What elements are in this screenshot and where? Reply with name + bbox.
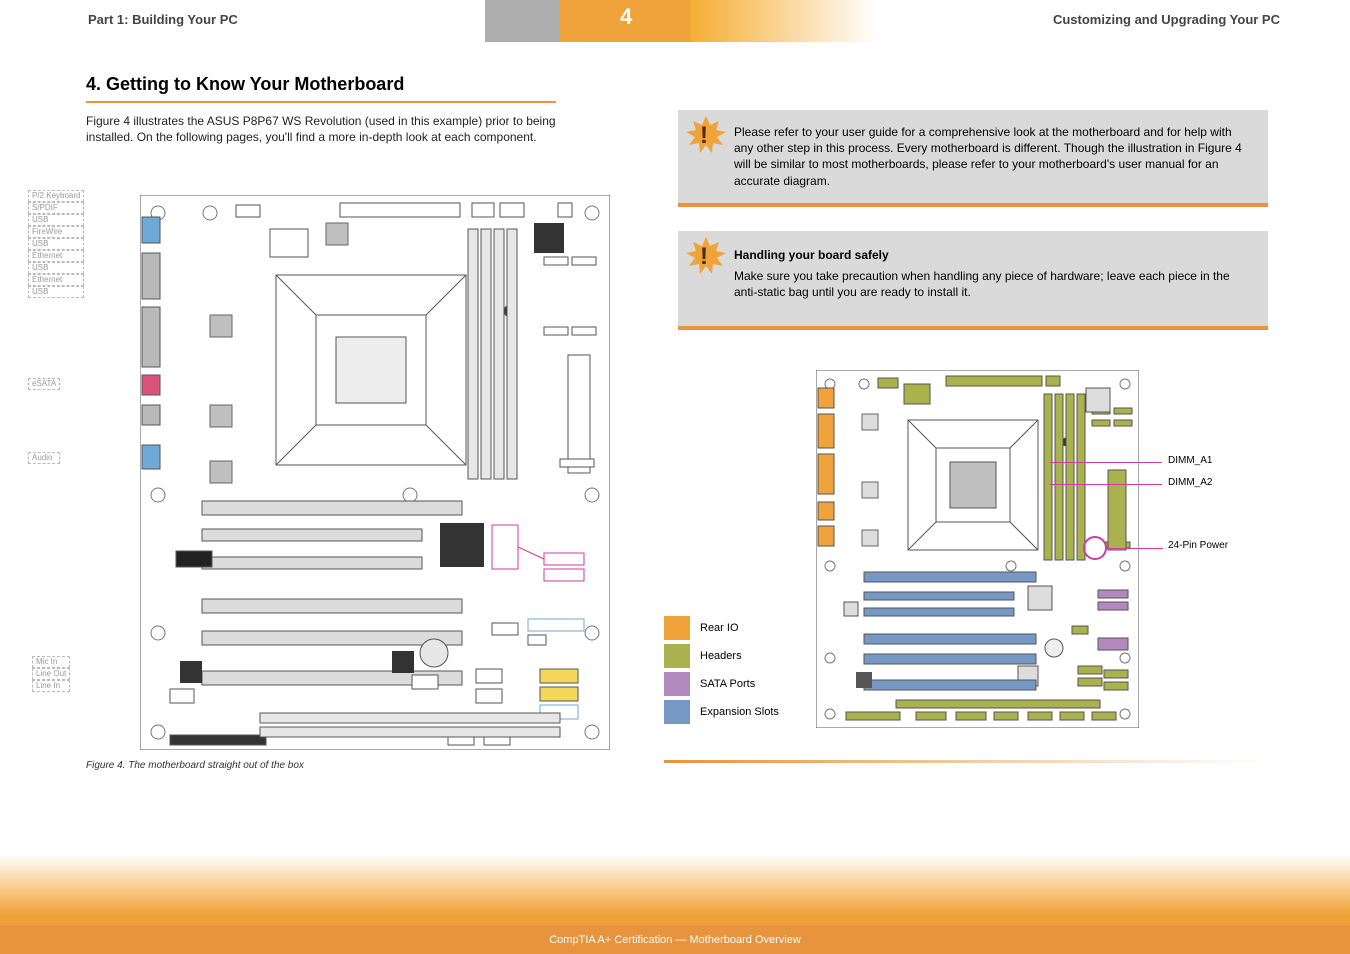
- section-heading: 4. Getting to Know Your Motherboard Figu…: [86, 74, 556, 145]
- leader-line: [1050, 484, 1162, 485]
- mini-label-dimm-a1: DIMM_A1: [1168, 455, 1212, 466]
- callout: Line In: [32, 680, 70, 692]
- callout: USB: [28, 262, 84, 274]
- page-footer: CompTIA A+ Certification — Motherboard O…: [0, 926, 1350, 954]
- section-subtitle: Figure 4 illustrates the ASUS P8P67 WS R…: [86, 113, 556, 145]
- page-top-gray: [485, 0, 560, 42]
- port-callouts-top: P/2 Keyboard S/PDIF USB FireWire USB Eth…: [28, 190, 84, 298]
- leader-line: [1107, 548, 1163, 549]
- section-rule: [86, 101, 556, 103]
- note-box-1: ! Please refer to your user guide for a …: [678, 110, 1268, 203]
- mini-label-dimm-a2: DIMM_A2: [1168, 477, 1212, 488]
- swatch-olive: [664, 644, 690, 668]
- mini-label-24pin: 24-Pin Power: [1168, 540, 1228, 551]
- leader-circle: [1083, 536, 1107, 560]
- port-callouts-bottom: Mic In Line Out Line In: [32, 656, 70, 692]
- note2-text: Make sure you take precaution when handl…: [734, 269, 1230, 299]
- swatch-label: Rear IO: [700, 622, 739, 634]
- mini-rule: [664, 760, 1268, 763]
- swatch-label: Headers: [700, 650, 742, 662]
- callout: Mic In: [32, 656, 70, 668]
- swatch-steel: [664, 700, 690, 724]
- section-title: 4. Getting to Know Your Motherboard: [86, 74, 556, 95]
- note-box-2: ! Handling your board safely Make sure y…: [678, 231, 1268, 326]
- running-head-right: Customizing and Upgrading Your PC: [1053, 12, 1280, 27]
- callout: USB: [28, 286, 84, 298]
- callout: Ethernet: [28, 274, 84, 286]
- running-head-left: Part 1: Building Your PC: [88, 12, 238, 27]
- note-text: Please refer to your user guide for a co…: [734, 125, 1242, 188]
- motherboard-diagram: [140, 195, 610, 750]
- port-callouts-mid: eSATA Audio: [28, 378, 60, 464]
- note2-title: Handling your board safely: [734, 248, 1250, 262]
- callout: USB: [28, 214, 84, 226]
- callout: P/2 Keyboard: [28, 190, 84, 202]
- exclamation-icon: !: [700, 243, 708, 271]
- callout: USB: [28, 238, 84, 250]
- leader-line: [1050, 462, 1162, 463]
- motherboard-diagram-colored: [816, 370, 1156, 740]
- callout: Line Out: [32, 668, 70, 680]
- right-column: ! Please refer to your user guide for a …: [678, 110, 1268, 354]
- callout: FireWire: [28, 226, 84, 238]
- swatch-label: Expansion Slots: [700, 706, 779, 718]
- callout: Ethernet: [28, 250, 84, 262]
- page-number: 4: [620, 6, 632, 28]
- callout: eSATA: [28, 378, 60, 390]
- color-key: Rear IO Headers SATA Ports Expansion Slo…: [664, 614, 779, 726]
- swatch-violet: [664, 672, 690, 696]
- callout: Audio: [28, 452, 60, 464]
- swatch-orange: [664, 616, 690, 640]
- callout: S/PDIF: [28, 202, 84, 214]
- swatch-label: SATA Ports: [700, 678, 755, 690]
- exclamation-icon: !: [700, 122, 708, 150]
- figure-caption: Figure 4. The motherboard straight out o…: [86, 760, 304, 771]
